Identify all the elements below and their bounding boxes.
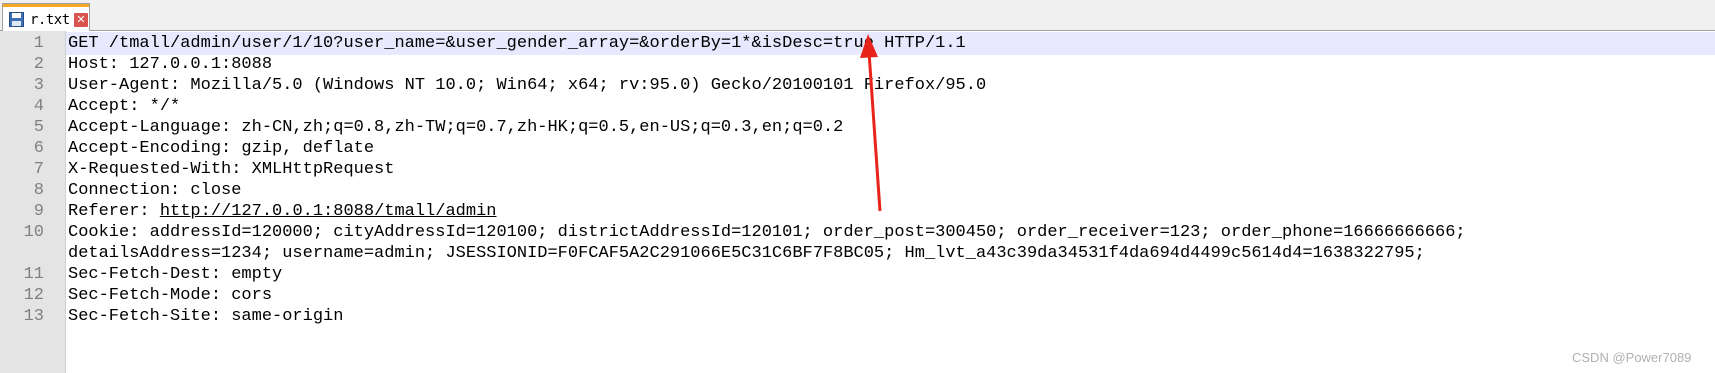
code-line-10-wrap: detailsAddress=1234; username=admin; JSE… <box>68 244 1425 263</box>
referer-link[interactable]: http://127.0.0.1:8088/tmall/admin <box>160 202 497 221</box>
code-line-9: Referer: http://127.0.0.1:8088/tmall/adm… <box>68 200 496 223</box>
line-number: 1 <box>33 34 44 53</box>
line-number: 11 <box>23 265 44 284</box>
tab-label: r.txt <box>30 12 70 28</box>
line-number: 9 <box>33 202 44 221</box>
tab-active-indicator <box>3 4 89 7</box>
tab-bar: r.txt ✕ <box>0 0 1715 31</box>
line-number: 7 <box>33 160 44 179</box>
code-line-3: User-Agent: Mozilla/5.0 (Windows NT 10.0… <box>68 76 987 95</box>
code-line-6: Accept-Encoding: gzip, deflate <box>68 139 375 158</box>
referer-label: Referer: <box>68 202 160 221</box>
line-number: 13 <box>23 307 44 326</box>
code-line-7: X-Requested-With: XMLHttpRequest <box>68 160 395 179</box>
tab-r-txt[interactable]: r.txt ✕ <box>2 3 90 31</box>
code-line-11: Sec-Fetch-Dest: empty <box>68 265 283 284</box>
editor[interactable]: 1 2 3 4 5 6 7 8 9 10 11 12 13 GET /tmall… <box>0 31 1715 373</box>
save-icon <box>9 12 24 27</box>
line-number: 6 <box>33 139 44 158</box>
code-line-2: Host: 127.0.0.1:8088 <box>68 55 273 74</box>
line-number-gutter: 1 2 3 4 5 6 7 8 9 10 11 12 13 <box>0 31 66 373</box>
code-line-10: Cookie: addressId=120000; cityAddressId=… <box>68 223 1466 242</box>
line-number: 5 <box>33 118 44 137</box>
code-line-4: Accept: */* <box>68 97 181 116</box>
watermark: CSDN @Power7089 <box>1572 350 1692 365</box>
code-line-12: Sec-Fetch-Mode: cors <box>68 286 273 305</box>
line-number: 4 <box>33 97 44 116</box>
line-number: 2 <box>33 55 44 74</box>
line-number: 8 <box>33 181 44 200</box>
line-number: 10 <box>23 223 44 242</box>
code-line-1: GET /tmall/admin/user/1/10?user_name=&us… <box>68 34 966 53</box>
line-number: 3 <box>33 76 44 95</box>
close-icon[interactable]: ✕ <box>74 13 88 27</box>
line-number: 12 <box>23 286 44 305</box>
code-line-13: Sec-Fetch-Site: same-origin <box>68 307 344 326</box>
code-line-8: Connection: close <box>68 181 242 200</box>
code-line-5: Accept-Language: zh-CN,zh;q=0.8,zh-TW;q=… <box>68 118 844 137</box>
